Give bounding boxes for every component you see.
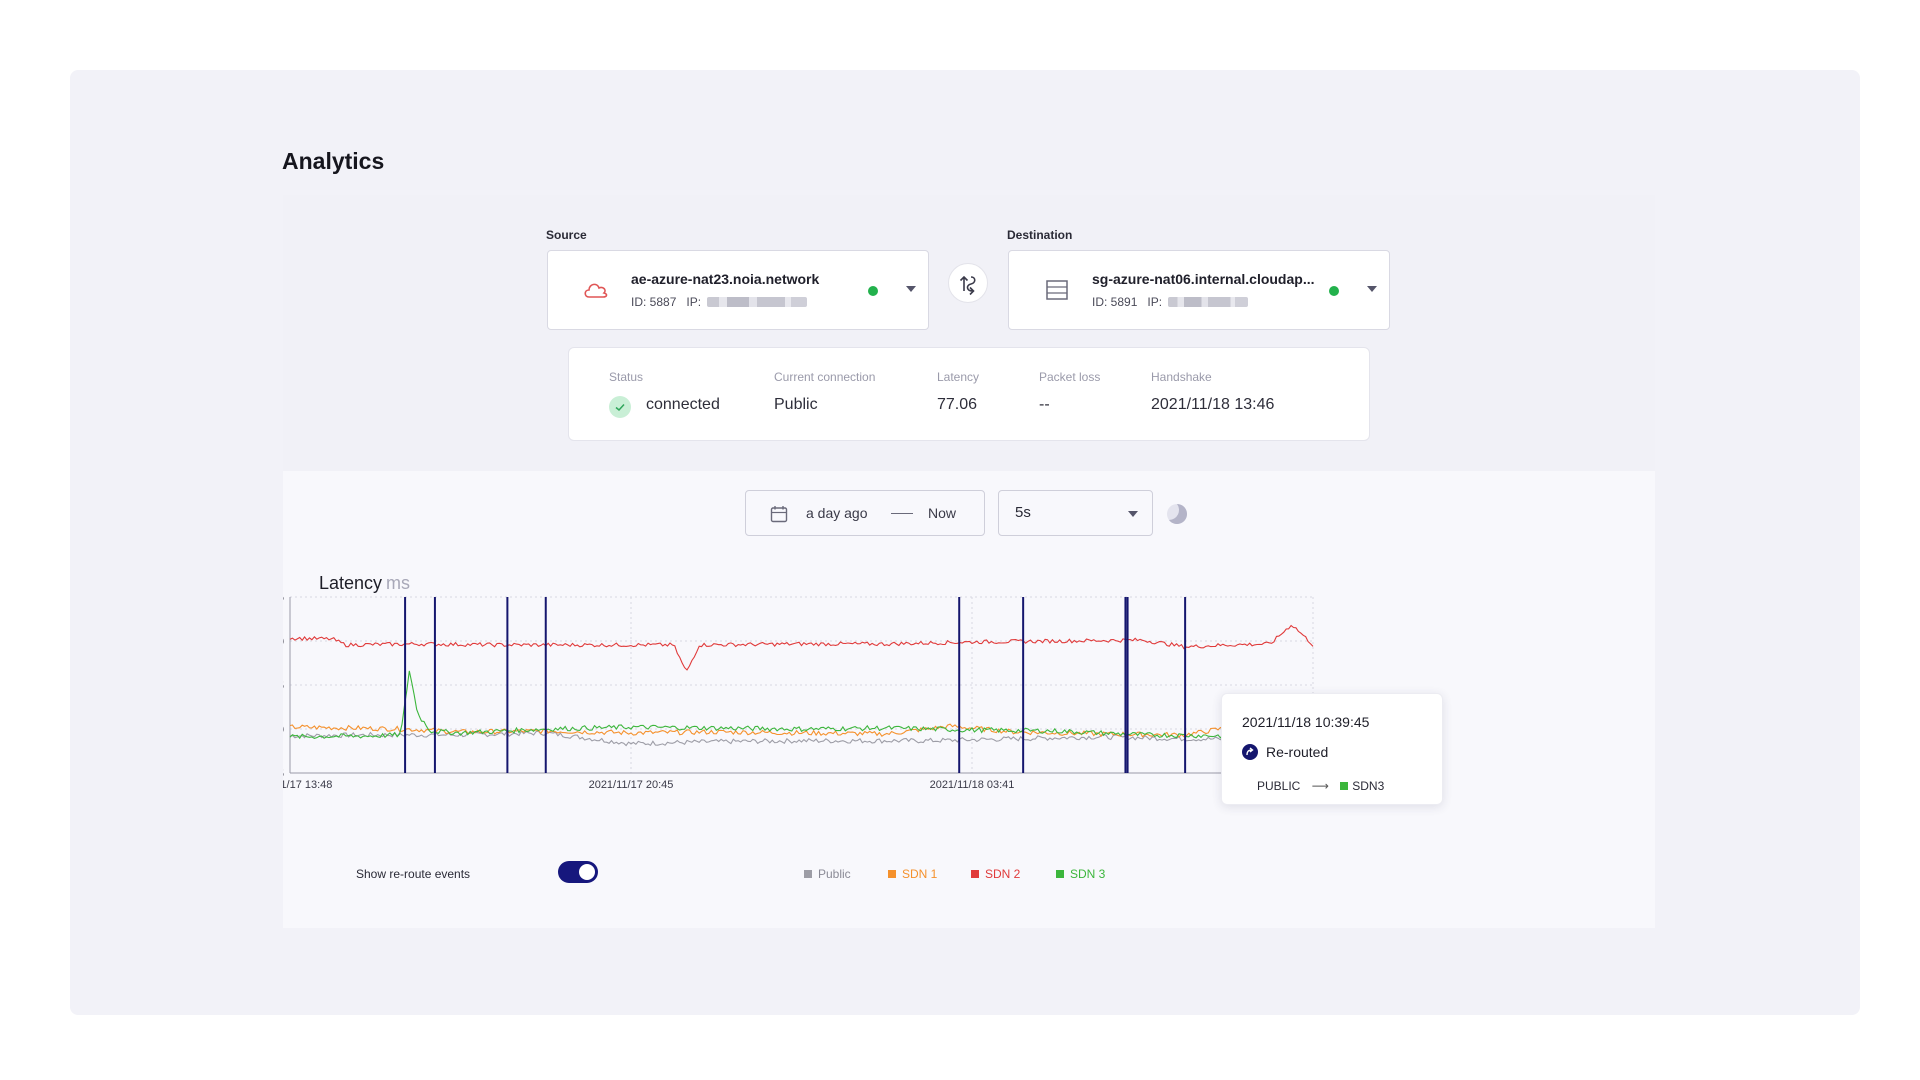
legend-sdn3[interactable]: SDN 3	[1056, 867, 1105, 881]
source-meta: ID: 5887 IP:	[631, 295, 808, 309]
series-line-sdn2	[289, 624, 1314, 671]
destination-status-dot	[1329, 286, 1339, 296]
source-id: ID: 5887	[631, 295, 677, 309]
time-range-picker[interactable]: a day ago Now	[745, 490, 985, 536]
reroute-toggle-label: Show re-route events	[356, 867, 471, 881]
y-tick-label: 180	[283, 636, 284, 648]
chevron-down-icon	[906, 286, 916, 292]
destination-label: Destination	[1007, 228, 1073, 242]
chevron-down-icon	[1367, 286, 1377, 292]
source-ip-label: IP:	[686, 295, 702, 309]
source-status-dot	[868, 286, 878, 296]
tooltip-event: Re-routed	[1266, 744, 1329, 760]
legend-public[interactable]: Public	[804, 867, 851, 881]
reroute-icon	[1242, 744, 1258, 760]
analytics-panel: Source ae-azure-nat23.noia.network ID: 5…	[283, 195, 1655, 928]
chart-title: Latency ms	[319, 573, 410, 594]
destination-meta: ID: 5891 IP:	[1092, 295, 1249, 309]
route-to: SDN3	[1352, 779, 1385, 793]
status-label: Status	[609, 370, 644, 384]
legend-swatch	[804, 870, 812, 878]
page-title: Analytics	[282, 148, 385, 174]
reroute-toggle[interactable]	[558, 861, 598, 883]
reroute-toggle-row: Show re-route events	[356, 861, 598, 883]
latency-value: 77.06	[937, 396, 978, 413]
status-card: Status connected Current connection Publ…	[568, 347, 1370, 441]
arrow-right-icon: ⟶	[1311, 779, 1329, 793]
refresh-progress-icon[interactable]	[1166, 503, 1188, 525]
y-tick-label: 90	[283, 724, 284, 736]
legend-sdn2[interactable]: SDN 2	[971, 867, 1020, 881]
latency-label: Latency	[937, 370, 980, 384]
destination-ip-label: IP:	[1147, 295, 1163, 309]
route-to-swatch	[1340, 782, 1349, 790]
server-icon	[1046, 280, 1068, 300]
interval-select[interactable]: 5s	[998, 490, 1153, 536]
destination-select[interactable]: sg-azure-nat06.internal.cloudap... ID: 5…	[1008, 250, 1390, 330]
legend-swatch	[1056, 870, 1064, 878]
range-to: Now	[928, 505, 957, 521]
check-icon	[609, 396, 631, 418]
legend-label: SDN 3	[1070, 867, 1106, 881]
legend-label: SDN 2	[985, 867, 1021, 881]
y-tick-label: 225	[283, 595, 284, 604]
reroute-tooltip: 2021/11/18 10:39:45 Re-routed PUBLIC ⟶ S…	[1221, 693, 1443, 805]
cloud-icon	[584, 283, 608, 298]
calendar-icon	[770, 506, 788, 523]
source-ip-redacted	[707, 297, 808, 307]
tooltip-time: 2021/11/18 10:39:45	[1242, 714, 1370, 730]
legend-sdn1[interactable]: SDN 1	[888, 867, 937, 881]
handshake-label: Handshake	[1151, 370, 1212, 384]
status-value: connected	[646, 396, 720, 413]
chart-title-text: Latency	[319, 573, 383, 593]
connection-label: Current connection	[774, 370, 876, 384]
source-name: ae-azure-nat23.noia.network	[631, 271, 820, 287]
legend-swatch	[971, 870, 979, 878]
tooltip-route: PUBLIC ⟶ SDN3	[1257, 779, 1384, 793]
x-tick-label: 2021/11/18 03:41	[930, 779, 1015, 791]
y-tick-label: 135	[283, 680, 284, 692]
connection-value: Public	[774, 396, 818, 413]
chart-unit: ms	[386, 573, 411, 593]
chevron-down-icon	[1128, 511, 1138, 517]
legend-label: Public	[818, 867, 851, 881]
x-tick-label: 2021/11/17 13:48	[283, 779, 332, 791]
interval-value: 5s	[1015, 504, 1031, 521]
swap-icon	[959, 275, 976, 296]
swap-button[interactable]	[948, 263, 988, 303]
packet-loss-label: Packet loss	[1039, 370, 1101, 384]
x-tick-label: 2021/11/17 20:45	[589, 779, 674, 791]
range-from: a day ago	[806, 505, 868, 521]
destination-id: ID: 5891	[1092, 295, 1138, 309]
source-select[interactable]: ae-azure-nat23.noia.network ID: 5887 IP:	[547, 250, 929, 330]
latency-chart[interactable]: 22518013590452021/11/17 13:482021/11/17 …	[283, 595, 1655, 865]
source-label: Source	[546, 228, 587, 242]
legend-swatch	[888, 870, 896, 878]
toggle-knob	[579, 864, 595, 880]
packet-loss-value: --	[1039, 396, 1050, 413]
handshake-value: 2021/11/18 13:46	[1151, 396, 1275, 413]
route-from: PUBLIC	[1257, 779, 1301, 793]
destination-ip-redacted	[1168, 297, 1249, 307]
legend-label: SDN 1	[902, 867, 938, 881]
range-separator	[891, 513, 913, 514]
destination-name: sg-azure-nat06.internal.cloudap...	[1092, 271, 1315, 287]
